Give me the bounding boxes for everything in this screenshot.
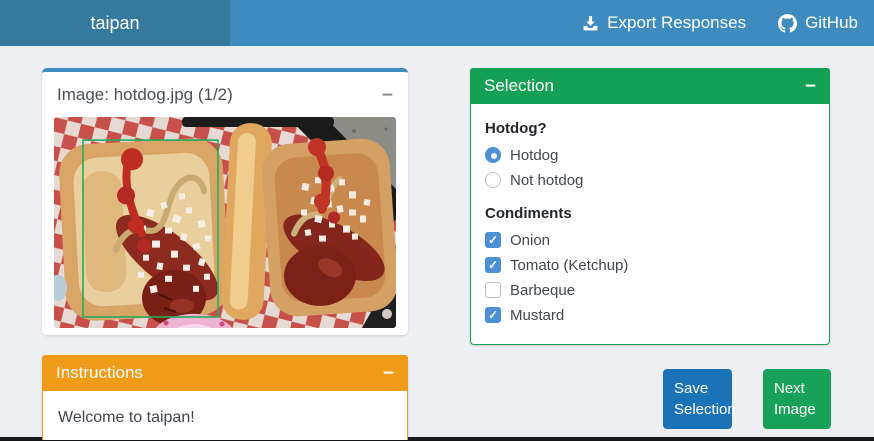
github-icon (778, 14, 797, 33)
hotdog-photo (54, 117, 396, 328)
radio-option-label: Not hotdog (510, 172, 583, 189)
instructions-panel: Instructions − Welcome to taipan! (42, 355, 408, 441)
hotdog-question-label: Hotdog? (485, 120, 815, 137)
github-label: GitHub (805, 13, 858, 33)
checkbox-option-mustard[interactable]: ✓ Mustard (485, 305, 815, 325)
radio-icon[interactable] (485, 147, 501, 163)
navbar-links: Export Responses GitHub (230, 0, 874, 46)
next-image-button[interactable]: Next Image (763, 369, 831, 429)
checkbox-icon[interactable] (485, 282, 501, 298)
image-panel-header: Image: hotdog.jpg (1/2) − (42, 72, 408, 117)
minus-icon: − (382, 85, 393, 106)
selection-panel-collapse-button[interactable]: − (805, 77, 816, 96)
radio-option-not-hotdog[interactable]: Not hotdog (485, 170, 815, 190)
checkbox-option-barbeque[interactable]: Barbeque (485, 280, 815, 300)
instructions-panel-collapse-button[interactable]: − (383, 364, 394, 383)
app-brand[interactable]: taipan (0, 0, 230, 46)
image-panel: Image: hotdog.jpg (1/2) − (42, 68, 408, 335)
checkbox-option-onion[interactable]: ✓ Onion (485, 230, 815, 250)
checkbox-option-label: Tomato (Ketchup) (510, 257, 628, 274)
download-icon (582, 15, 599, 32)
checkbox-option-tomato-ketchup[interactable]: ✓ Tomato (Ketchup) (485, 255, 815, 275)
instructions-panel-title: Instructions (56, 363, 143, 383)
selection-panel: Selection − Hotdog? Hotdog Not hotdog Co… (470, 68, 830, 345)
minus-icon: − (805, 76, 816, 97)
selection-panel-body: Hotdog? Hotdog Not hotdog Condiments ✓ O… (471, 104, 829, 346)
github-link[interactable]: GitHub (778, 13, 858, 33)
radio-option-label: Hotdog (510, 147, 558, 164)
image-panel-collapse-button[interactable]: − (382, 86, 393, 105)
navbar: taipan Export Responses GitHub (0, 0, 874, 46)
instructions-text: Welcome to taipan! (43, 391, 407, 441)
annotated-image[interactable] (54, 117, 396, 328)
minus-icon: − (383, 363, 394, 384)
checkbox-icon[interactable]: ✓ (485, 257, 501, 273)
save-selection-button[interactable]: Save Selection (663, 369, 732, 429)
image-panel-title: Image: hotdog.jpg (1/2) (57, 85, 233, 105)
checkbox-icon[interactable]: ✓ (485, 232, 501, 248)
instructions-panel-header: Instructions − (42, 355, 408, 391)
checkbox-option-label: Barbeque (510, 282, 575, 299)
radio-option-hotdog[interactable]: Hotdog (485, 145, 815, 165)
selection-panel-header: Selection − (470, 68, 830, 104)
checkbox-option-label: Onion (510, 232, 550, 249)
radio-icon[interactable] (485, 172, 501, 188)
selection-panel-title: Selection (484, 76, 554, 96)
export-responses-label: Export Responses (607, 13, 746, 33)
export-responses-link[interactable]: Export Responses (582, 13, 746, 33)
checkbox-icon[interactable]: ✓ (485, 307, 501, 323)
condiments-label: Condiments (485, 205, 815, 222)
checkbox-option-label: Mustard (510, 307, 564, 324)
